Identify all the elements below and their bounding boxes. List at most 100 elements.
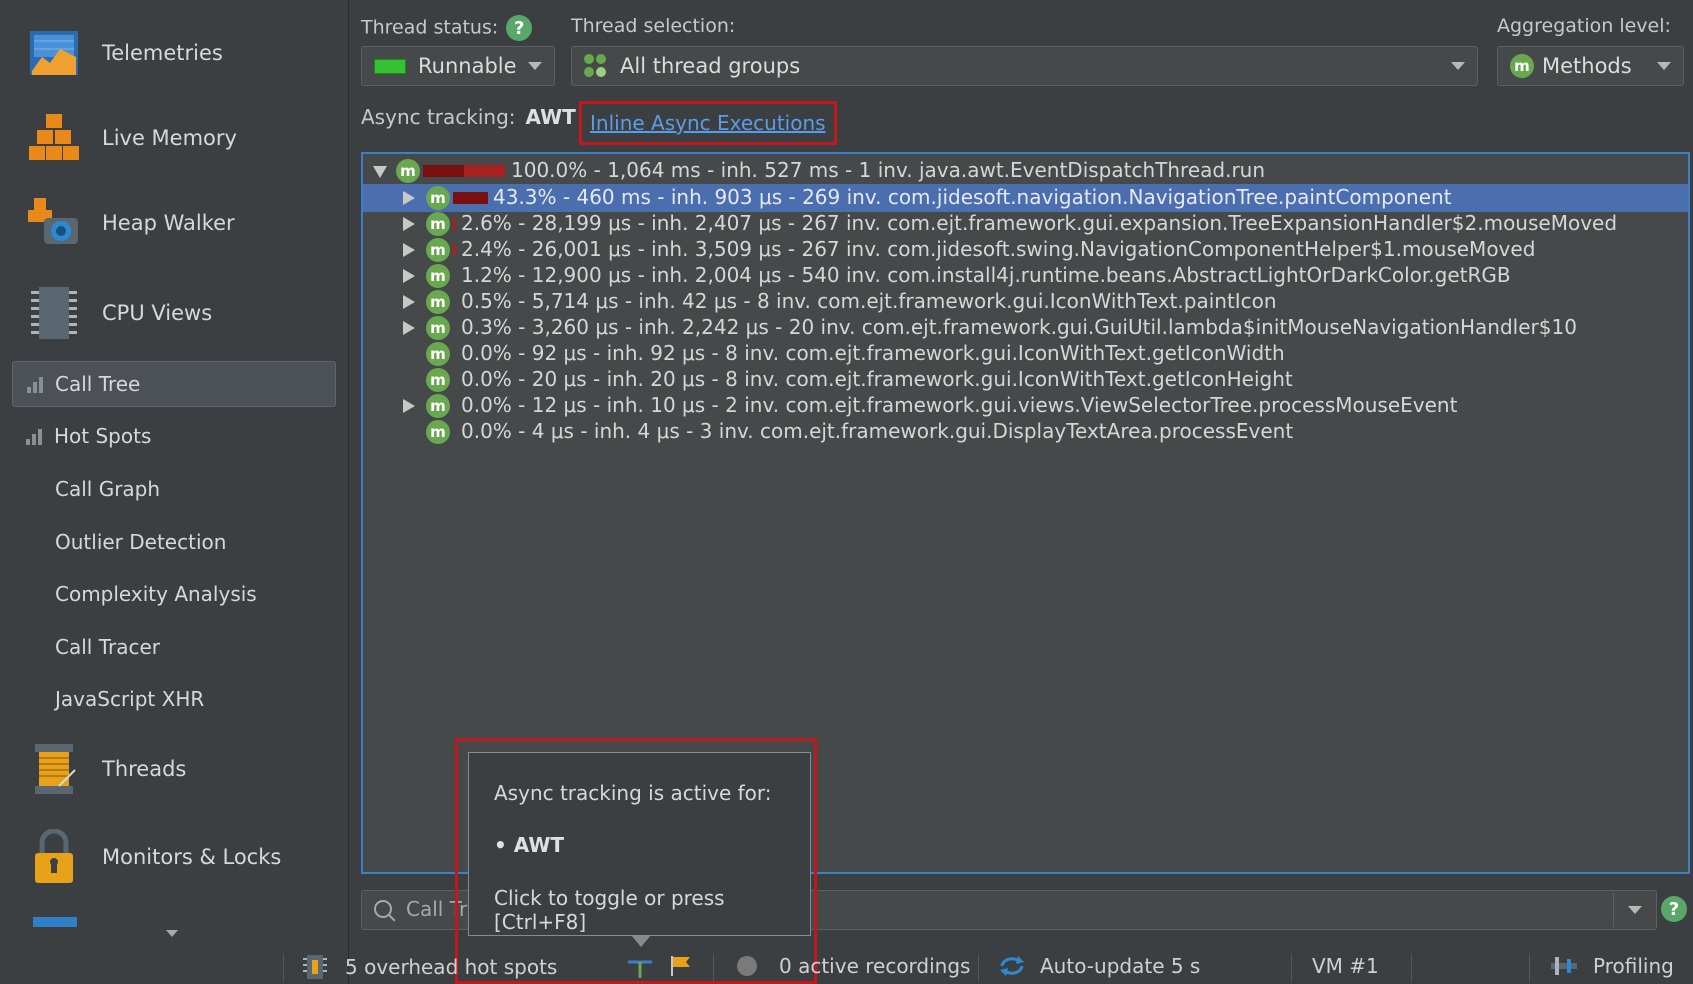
sidebar-item-call-tracer[interactable]: Call Tracer [55,635,160,659]
sidebar-item-monitors-locks[interactable]: Monitors & Locks [26,822,281,892]
sidebar-item-label: Heap Walker [102,211,235,235]
help-icon[interactable]: ? [506,15,533,41]
sidebar-item-javascript-xhr[interactable]: JavaScript XHR [55,687,204,711]
status-bar: 5 overhead hot spots 0 active recordings… [0,950,1693,984]
sidebar-item-call-graph[interactable]: Call Graph [55,477,160,501]
sidebar-item-cpu-views[interactable]: CPU Views [26,278,212,348]
tree-row-text: 100.0% - 1,064 ms - inh. 527 ms - 1 inv.… [511,158,1266,182]
sidebar-item-hot-spots[interactable]: Hot Spots [12,414,334,458]
expand-icon[interactable] [403,295,415,309]
tree-row[interactable]: m 0.0% - 20 μs - inh. 20 μs - 8 inv. com… [363,366,1688,394]
percent-bar [453,244,456,256]
inline-async-executions-link[interactable]: Inline Async Executions [590,111,826,135]
method-icon: m [396,159,420,183]
tree-row[interactable]: m 0.0% - 12 μs - inh. 10 μs - 2 inv. com… [363,392,1688,420]
expand-icon[interactable] [403,217,415,231]
profiling-status[interactable]: Profiling [1549,954,1674,978]
tree-row[interactable]: m 43.3% - 460 ms - inh. 903 μs - 269 inv… [363,184,1688,212]
tree-row-text: 0.5% - 5,714 μs - inh. 42 μs - 8 inv. co… [461,289,1277,313]
percent-bar [423,165,505,177]
tree-row[interactable]: m 0.3% - 3,260 μs - inh. 2,242 μs - 20 i… [363,314,1688,342]
sidebar-item-telemetries[interactable]: Telemetries [26,18,223,88]
method-icon: m [426,420,450,444]
tree-row-text: 2.6% - 28,199 μs - inh. 2,407 μs - 267 i… [461,211,1618,235]
profiling-icon [1551,957,1577,975]
sidebar: Telemetries Live Memory Heap Walker CPU … [0,0,349,984]
hot-spots-text: 5 overhead hot spots [345,955,558,979]
expand-icon[interactable] [403,191,415,205]
divider [1411,954,1412,982]
divider [1529,954,1530,982]
sidebar-item-heap-walker[interactable]: Heap Walker [26,188,235,258]
sidebar-item-threads[interactable]: Threads [26,734,186,804]
method-icon: m [426,238,450,262]
async-tracking-toggle[interactable] [626,954,654,980]
method-icon: m [426,394,450,418]
thread-status-dropdown[interactable]: Runnable [361,46,555,86]
tree-row[interactable]: m 100.0% - 1,064 ms - inh. 527 ms - 1 in… [363,157,1688,185]
tooltip-line: Click to toggle or press [Ctrl+F8] [494,886,725,934]
recordings-text: 0 active recordings [779,954,971,978]
chevron-down-icon [1657,62,1671,70]
heap-walker-icon [26,193,82,253]
thread-selection-dropdown[interactable]: All thread groups [571,46,1478,86]
sidebar-item-label: Telemetries [102,41,223,65]
tree-row-text: 0.0% - 12 μs - inh. 10 μs - 2 inv. com.e… [461,393,1458,417]
expand-icon[interactable] [403,269,415,283]
sidebar-item-label: Call Tree [55,372,141,396]
recording-icon [737,956,757,976]
async-tracking-icon [628,960,652,978]
sidebar-item-complexity-analysis[interactable]: Complexity Analysis [55,582,257,606]
tree-row[interactable]: m 0.0% - 4 μs - inh. 4 μs - 3 inv. com.e… [363,418,1688,446]
expand-icon[interactable] [403,399,415,413]
auto-update-text: Auto-update 5 s [1040,954,1201,978]
expand-icon[interactable] [403,243,415,257]
tree-row[interactable]: m 0.0% - 92 μs - inh. 92 μs - 8 inv. com… [363,340,1688,368]
thread-status-label: Thread status:? [361,15,533,41]
method-icon: m [426,316,450,340]
sidebar-item-outlier-detection[interactable]: Outlier Detection [55,530,226,554]
sidebar-item-label: Threads [102,757,187,781]
divider [283,954,284,982]
runnable-state-icon [374,58,406,74]
tree-row-text: 1.2% - 12,900 μs - inh. 2,004 μs - 540 i… [461,263,1511,287]
percent-bar [453,192,488,204]
thread-selection-label: Thread selection: [571,15,736,37]
tree-row[interactable]: m 0.5% - 5,714 μs - inh. 42 μs - 8 inv. … [363,288,1688,316]
refresh-icon [1000,956,1024,976]
chevron-down-icon[interactable] [1628,906,1642,914]
flag-icon[interactable] [668,954,692,978]
sidebar-item-live-memory[interactable]: Live Memory [26,103,237,173]
auto-update[interactable]: Auto-update 5 s [998,954,1200,978]
divider [978,954,979,982]
active-recordings[interactable]: 0 active recordings [737,954,970,978]
method-icon: m [426,342,450,366]
aggregation-level-label: Aggregation level: [1497,15,1671,37]
async-tracking-tooltip: Async tracking is active for: • AWT Clic… [468,752,811,947]
sidebar-scroll-down-icon[interactable] [166,930,178,937]
sidebar-item-label: Live Memory [102,126,237,150]
expand-icon[interactable] [403,321,415,335]
method-icon: m [426,186,450,210]
sidebar-item-call-tree[interactable]: Call Tree [12,361,336,407]
divider [1613,893,1614,927]
tooltip-line: Async tracking is active for: [494,781,772,805]
aggregation-level-dropdown[interactable]: m Methods [1497,46,1684,86]
tree-row[interactable]: m 1.2% - 12,900 μs - inh. 2,004 μs - 540… [363,262,1688,290]
inline-async-highlight: Inline Async Executions [579,101,837,145]
collapse-icon[interactable] [373,166,387,178]
lock-icon [26,827,82,887]
percent-bar [453,218,456,230]
tree-row-text: 43.3% - 460 ms - inh. 903 μs - 269 inv. … [493,185,1452,209]
sidebar-partial-icon [33,917,77,927]
help-icon[interactable]: ? [1661,896,1687,922]
tree-row[interactable]: m 2.4% - 26,001 μs - inh. 3,509 μs - 267… [363,236,1688,264]
method-icon: m [1510,54,1534,78]
cpu-views-icon [26,283,82,343]
aggregation-level-value: Methods [1542,54,1632,78]
overhead-hot-spots[interactable]: 5 overhead hot spots [303,954,557,980]
async-tracking-label: Async tracking: [361,105,516,129]
vm-label[interactable]: VM #1 [1312,954,1379,978]
tree-row-text: 0.0% - 20 μs - inh. 20 μs - 8 inv. com.e… [461,367,1293,391]
tree-row[interactable]: m 2.6% - 28,199 μs - inh. 2,407 μs - 267… [363,210,1688,238]
